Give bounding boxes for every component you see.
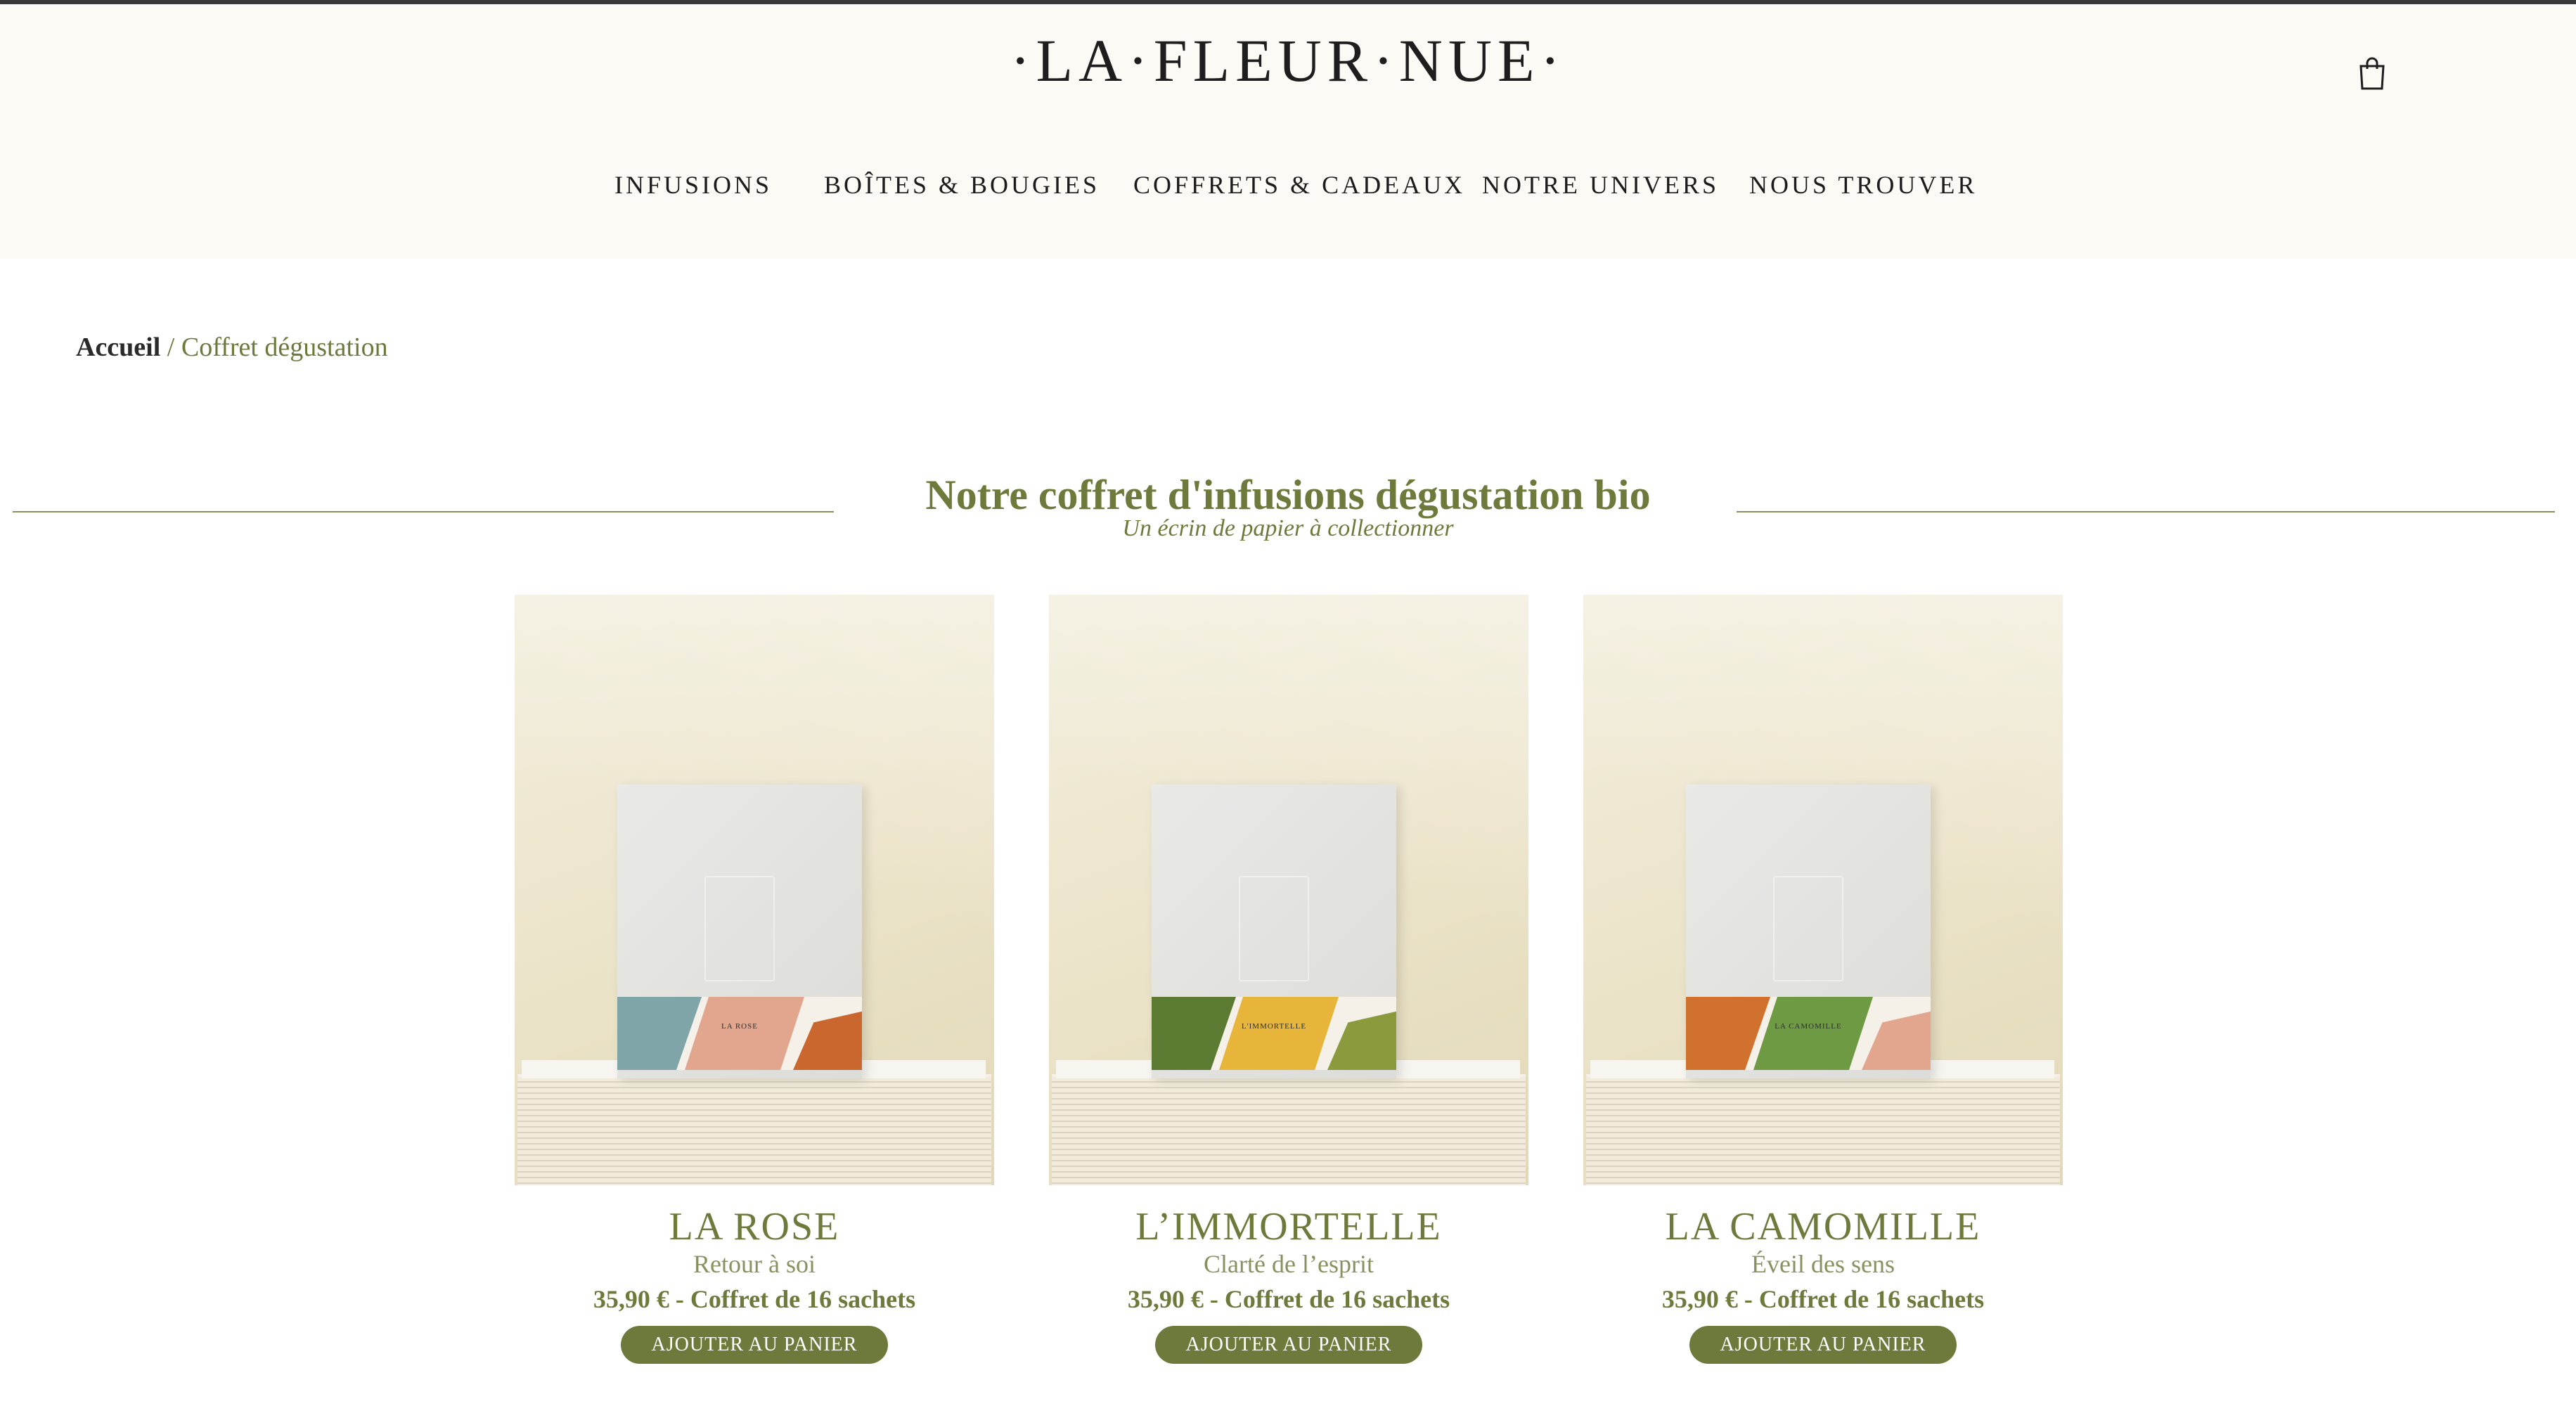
product-card: LA CAMOMILLE LA CAMOMILLE Éveil des sens… (1583, 595, 2063, 1364)
product-name[interactable]: LA ROSE (515, 1205, 994, 1249)
box-label: LA CAMOMILLE (1775, 1022, 1842, 1031)
breadcrumb: Accueil / Coffret dégustation (76, 332, 388, 363)
product-card: LA ROSE LA ROSE Retour à soi 35,90 € - C… (515, 595, 994, 1364)
nav-item-nous-trouver[interactable]: NOUS TROUVER (1749, 170, 1977, 200)
add-to-cart-button[interactable]: AJOUTER AU PANIER (1155, 1326, 1422, 1364)
product-name[interactable]: L’IMMORTELLE (1049, 1205, 1528, 1249)
nav-item-boites-bougies[interactable]: BOÎTES & BOUGIES (824, 170, 1100, 200)
nav-item-infusions[interactable]: INFUSIONS (614, 170, 772, 200)
breadcrumb-separator: / (160, 333, 181, 362)
site-header: ·LA·FLEUR·NUE· INFUSIONS BOÎTES & BOUGIE… (0, 4, 2576, 259)
section-subtitle: Un écrin de papier à collectionner (1122, 515, 1454, 541)
product-tagline: Clarté de l’esprit (1204, 1250, 1374, 1278)
box-label: LA ROSE (721, 1022, 758, 1031)
nav-item-coffrets-cadeaux[interactable]: COFFRETS & CADEAUX (1133, 170, 1465, 200)
paper-stack (517, 1074, 991, 1185)
brand-logo[interactable]: ·LA·FLEUR·NUE· (0, 25, 2576, 96)
product-image[interactable]: L'IMMORTELLE (1049, 595, 1528, 1185)
box-band: L'IMMORTELLE (1152, 997, 1396, 1070)
add-to-cart-button[interactable]: AJOUTER AU PANIER (1689, 1326, 1957, 1364)
product-name[interactable]: LA CAMOMILLE (1583, 1205, 2063, 1249)
cart-button[interactable] (2357, 55, 2388, 91)
product-tagline: Retour à soi (693, 1250, 816, 1278)
product-card: L'IMMORTELLE L’IMMORTELLE Clarté de l’es… (1049, 595, 1528, 1364)
gift-box: LA CAMOMILLE (1686, 785, 1931, 1078)
paper-stack (1586, 1074, 2060, 1185)
product-price: 35,90 € - Coffret de 16 sachets (1127, 1285, 1450, 1313)
section-title: Notre coffret d'infusions dégustation bi… (925, 472, 1651, 518)
shopping-bag-icon (2359, 57, 2385, 90)
main-navigation: INFUSIONS BOÎTES & BOUGIES COFFRETS & CA… (0, 170, 2576, 212)
breadcrumb-current: Coffret dégustation (181, 333, 388, 362)
add-to-cart-button[interactable]: AJOUTER AU PANIER (621, 1326, 888, 1364)
product-price: 35,90 € - Coffret de 16 sachets (1661, 1285, 1985, 1313)
nav-item-notre-univers[interactable]: NOTRE UNIVERS (1482, 170, 1719, 200)
product-price: 35,90 € - Coffret de 16 sachets (593, 1285, 916, 1313)
box-band: LA ROSE (617, 997, 862, 1070)
breadcrumb-home-link[interactable]: Accueil (76, 333, 160, 362)
paper-stack (1052, 1074, 1526, 1185)
box-band: LA CAMOMILLE (1686, 997, 1931, 1070)
gift-box: L'IMMORTELLE (1152, 785, 1396, 1078)
box-label: L'IMMORTELLE (1241, 1022, 1307, 1031)
product-image[interactable]: LA CAMOMILLE (1583, 595, 2063, 1185)
product-image[interactable]: LA ROSE (515, 595, 994, 1185)
gift-box: LA ROSE (617, 785, 862, 1078)
product-tagline: Éveil des sens (1751, 1250, 1895, 1278)
